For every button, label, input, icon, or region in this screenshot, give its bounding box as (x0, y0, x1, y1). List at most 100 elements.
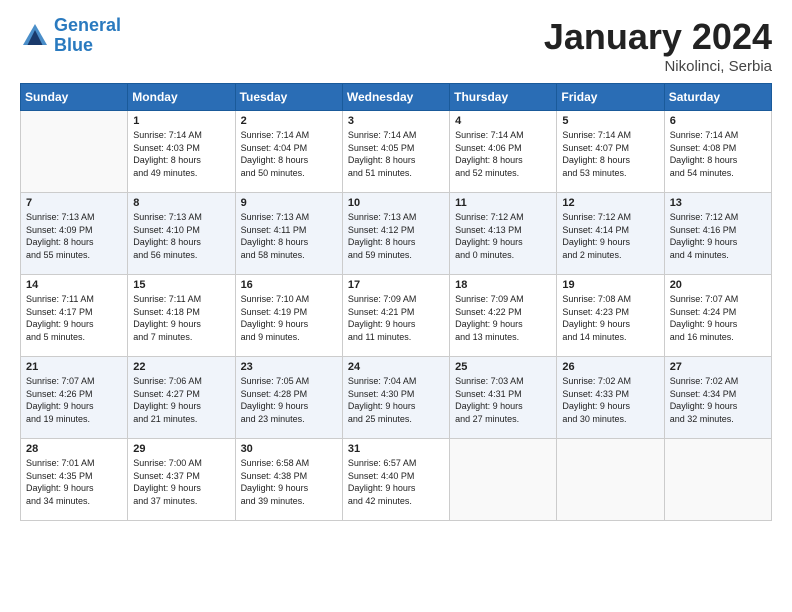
calendar-cell: 13 Sunrise: 7:12 AM Sunset: 4:16 PM Dayli… (664, 193, 771, 275)
logo-blue: Blue (54, 35, 93, 55)
day-info: Sunrise: 7:14 AM Sunset: 4:06 PM Dayligh… (455, 129, 551, 179)
day-number: 9 (241, 197, 337, 209)
day-number: 20 (670, 279, 766, 291)
day-info: Sunrise: 7:14 AM Sunset: 4:04 PM Dayligh… (241, 129, 337, 179)
day-number: 19 (562, 279, 658, 291)
calendar-cell: 14Sunrise: 7:11 AM Sunset: 4:17 PM Dayli… (21, 275, 128, 357)
calendar-cell: 12Sunrise: 7:12 AM Sunset: 4:14 PM Dayli… (557, 193, 664, 275)
day-number: 30 (241, 443, 337, 455)
day-info: Sunrise: 7:05 AM Sunset: 4:28 PM Dayligh… (241, 375, 337, 425)
calendar-cell (450, 439, 557, 521)
day-info: Sunrise: 7:07 AM Sunset: 4:26 PM Dayligh… (26, 375, 122, 425)
calendar-table: SundayMondayTuesdayWednesdayThursdayFrid… (20, 83, 772, 521)
day-number: 4 (455, 115, 551, 127)
day-info: Sunrise: 7:13 AM Sunset: 4:11 PM Dayligh… (241, 211, 337, 261)
calendar-header-row: SundayMondayTuesdayWednesdayThursdayFrid… (21, 84, 772, 111)
day-info: Sunrise: 7:12 AM Sunset: 4:16 PM Dayligh… (670, 211, 766, 261)
day-info: Sunrise: 7:14 AM Sunset: 4:05 PM Dayligh… (348, 129, 444, 179)
day-number: 29 (133, 443, 229, 455)
day-number: 14 (26, 279, 122, 291)
day-number: 11 (455, 197, 551, 209)
day-info: Sunrise: 7:03 AM Sunset: 4:31 PM Dayligh… (455, 375, 551, 425)
calendar-cell: 31 Sunrise: 6:57 AM Sunset: 4:40 PM Dayli… (342, 439, 449, 521)
day-number: 7 (26, 197, 122, 209)
day-number: 13 (670, 197, 766, 209)
calendar-cell: 23Sunrise: 7:05 AM Sunset: 4:28 PM Dayli… (235, 357, 342, 439)
day-number: 10 (348, 197, 444, 209)
calendar-week-5: 28Sunrise: 7:01 AM Sunset: 4:35 PM Dayli… (21, 439, 772, 521)
calendar-cell (557, 439, 664, 521)
day-info: Sunrise: 7:12 AM Sunset: 4:13 PM Dayligh… (455, 211, 551, 261)
day-info: Sunrise: 7:09 AM Sunset: 4:21 PM Dayligh… (348, 293, 444, 343)
calendar-cell: 22 Sunrise: 7:06 AM Sunset: 4:27 PM Dayli… (128, 357, 235, 439)
day-number: 3 (348, 115, 444, 127)
calendar-cell: 4 Sunrise: 7:14 AM Sunset: 4:06 PM Daylig… (450, 111, 557, 193)
calendar-cell: 29 Sunrise: 7:00 AM Sunset: 4:37 PM Dayli… (128, 439, 235, 521)
day-number: 22 (133, 361, 229, 373)
calendar-cell: 25Sunrise: 7:03 AM Sunset: 4:31 PM Dayli… (450, 357, 557, 439)
day-number: 24 (348, 361, 444, 373)
day-number: 27 (670, 361, 766, 373)
calendar-cell: 17 Sunrise: 7:09 AM Sunset: 4:21 PM Dayli… (342, 275, 449, 357)
logo-icon (20, 21, 50, 51)
header-day-sunday: Sunday (21, 84, 128, 111)
day-number: 17 (348, 279, 444, 291)
calendar-cell: 24 Sunrise: 7:04 AM Sunset: 4:30 PM Dayli… (342, 357, 449, 439)
calendar-cell: 5Sunrise: 7:14 AM Sunset: 4:07 PM Daylig… (557, 111, 664, 193)
day-number: 12 (562, 197, 658, 209)
day-info: Sunrise: 7:04 AM Sunset: 4:30 PM Dayligh… (348, 375, 444, 425)
calendar-cell: 3 Sunrise: 7:14 AM Sunset: 4:05 PM Daylig… (342, 111, 449, 193)
calendar-cell: 30 Sunrise: 6:58 AM Sunset: 4:38 PM Dayli… (235, 439, 342, 521)
day-info: Sunrise: 7:14 AM Sunset: 4:08 PM Dayligh… (670, 129, 766, 179)
day-number: 16 (241, 279, 337, 291)
day-info: Sunrise: 7:07 AM Sunset: 4:24 PM Dayligh… (670, 293, 766, 343)
calendar-body: 1Sunrise: 7:14 AM Sunset: 4:03 PM Daylig… (21, 111, 772, 521)
calendar-cell: 10 Sunrise: 7:13 AM Sunset: 4:12 PM Dayli… (342, 193, 449, 275)
header-day-tuesday: Tuesday (235, 84, 342, 111)
calendar-cell: 21Sunrise: 7:07 AM Sunset: 4:26 PM Dayli… (21, 357, 128, 439)
calendar-cell: 2 Sunrise: 7:14 AM Sunset: 4:04 PM Daylig… (235, 111, 342, 193)
day-number: 2 (241, 115, 337, 127)
day-info: Sunrise: 7:02 AM Sunset: 4:34 PM Dayligh… (670, 375, 766, 425)
header-day-saturday: Saturday (664, 84, 771, 111)
calendar-cell: 9 Sunrise: 7:13 AM Sunset: 4:11 PM Daylig… (235, 193, 342, 275)
day-info: Sunrise: 7:13 AM Sunset: 4:12 PM Dayligh… (348, 211, 444, 261)
month-title: January 2024 (544, 16, 772, 58)
calendar-cell: 16Sunrise: 7:10 AM Sunset: 4:19 PM Dayli… (235, 275, 342, 357)
day-info: Sunrise: 6:57 AM Sunset: 4:40 PM Dayligh… (348, 457, 444, 507)
day-info: Sunrise: 7:14 AM Sunset: 4:07 PM Dayligh… (562, 129, 658, 179)
header-day-friday: Friday (557, 84, 664, 111)
logo-text: General Blue (54, 16, 121, 56)
calendar-cell: 1Sunrise: 7:14 AM Sunset: 4:03 PM Daylig… (128, 111, 235, 193)
day-number: 8 (133, 197, 229, 209)
day-info: Sunrise: 7:06 AM Sunset: 4:27 PM Dayligh… (133, 375, 229, 425)
calendar-cell: 18Sunrise: 7:09 AM Sunset: 4:22 PM Dayli… (450, 275, 557, 357)
calendar-week-4: 21Sunrise: 7:07 AM Sunset: 4:26 PM Dayli… (21, 357, 772, 439)
day-info: Sunrise: 7:00 AM Sunset: 4:37 PM Dayligh… (133, 457, 229, 507)
day-info: Sunrise: 7:01 AM Sunset: 4:35 PM Dayligh… (26, 457, 122, 507)
header-day-wednesday: Wednesday (342, 84, 449, 111)
day-number: 1 (133, 115, 229, 127)
day-number: 15 (133, 279, 229, 291)
calendar-cell: 20 Sunrise: 7:07 AM Sunset: 4:24 PM Dayli… (664, 275, 771, 357)
day-number: 31 (348, 443, 444, 455)
calendar-cell: 8Sunrise: 7:13 AM Sunset: 4:10 PM Daylig… (128, 193, 235, 275)
day-info: Sunrise: 7:09 AM Sunset: 4:22 PM Dayligh… (455, 293, 551, 343)
calendar-week-2: 7 Sunrise: 7:13 AM Sunset: 4:09 PM Daylig… (21, 193, 772, 275)
calendar-cell (664, 439, 771, 521)
header-day-thursday: Thursday (450, 84, 557, 111)
day-number: 6 (670, 115, 766, 127)
calendar-cell: 15Sunrise: 7:11 AM Sunset: 4:18 PM Dayli… (128, 275, 235, 357)
calendar-cell (21, 111, 128, 193)
calendar-week-3: 14Sunrise: 7:11 AM Sunset: 4:17 PM Dayli… (21, 275, 772, 357)
calendar-week-1: 1Sunrise: 7:14 AM Sunset: 4:03 PM Daylig… (21, 111, 772, 193)
calendar-cell: 19 Sunrise: 7:08 AM Sunset: 4:23 PM Dayli… (557, 275, 664, 357)
page-container: General Blue January 2024 Nikolinci, Ser… (0, 0, 792, 531)
header-day-monday: Monday (128, 84, 235, 111)
day-info: Sunrise: 7:08 AM Sunset: 4:23 PM Dayligh… (562, 293, 658, 343)
day-info: Sunrise: 7:13 AM Sunset: 4:09 PM Dayligh… (26, 211, 122, 261)
calendar-cell: 7 Sunrise: 7:13 AM Sunset: 4:09 PM Daylig… (21, 193, 128, 275)
logo-general: General (54, 15, 121, 35)
day-number: 26 (562, 361, 658, 373)
day-info: Sunrise: 6:58 AM Sunset: 4:38 PM Dayligh… (241, 457, 337, 507)
